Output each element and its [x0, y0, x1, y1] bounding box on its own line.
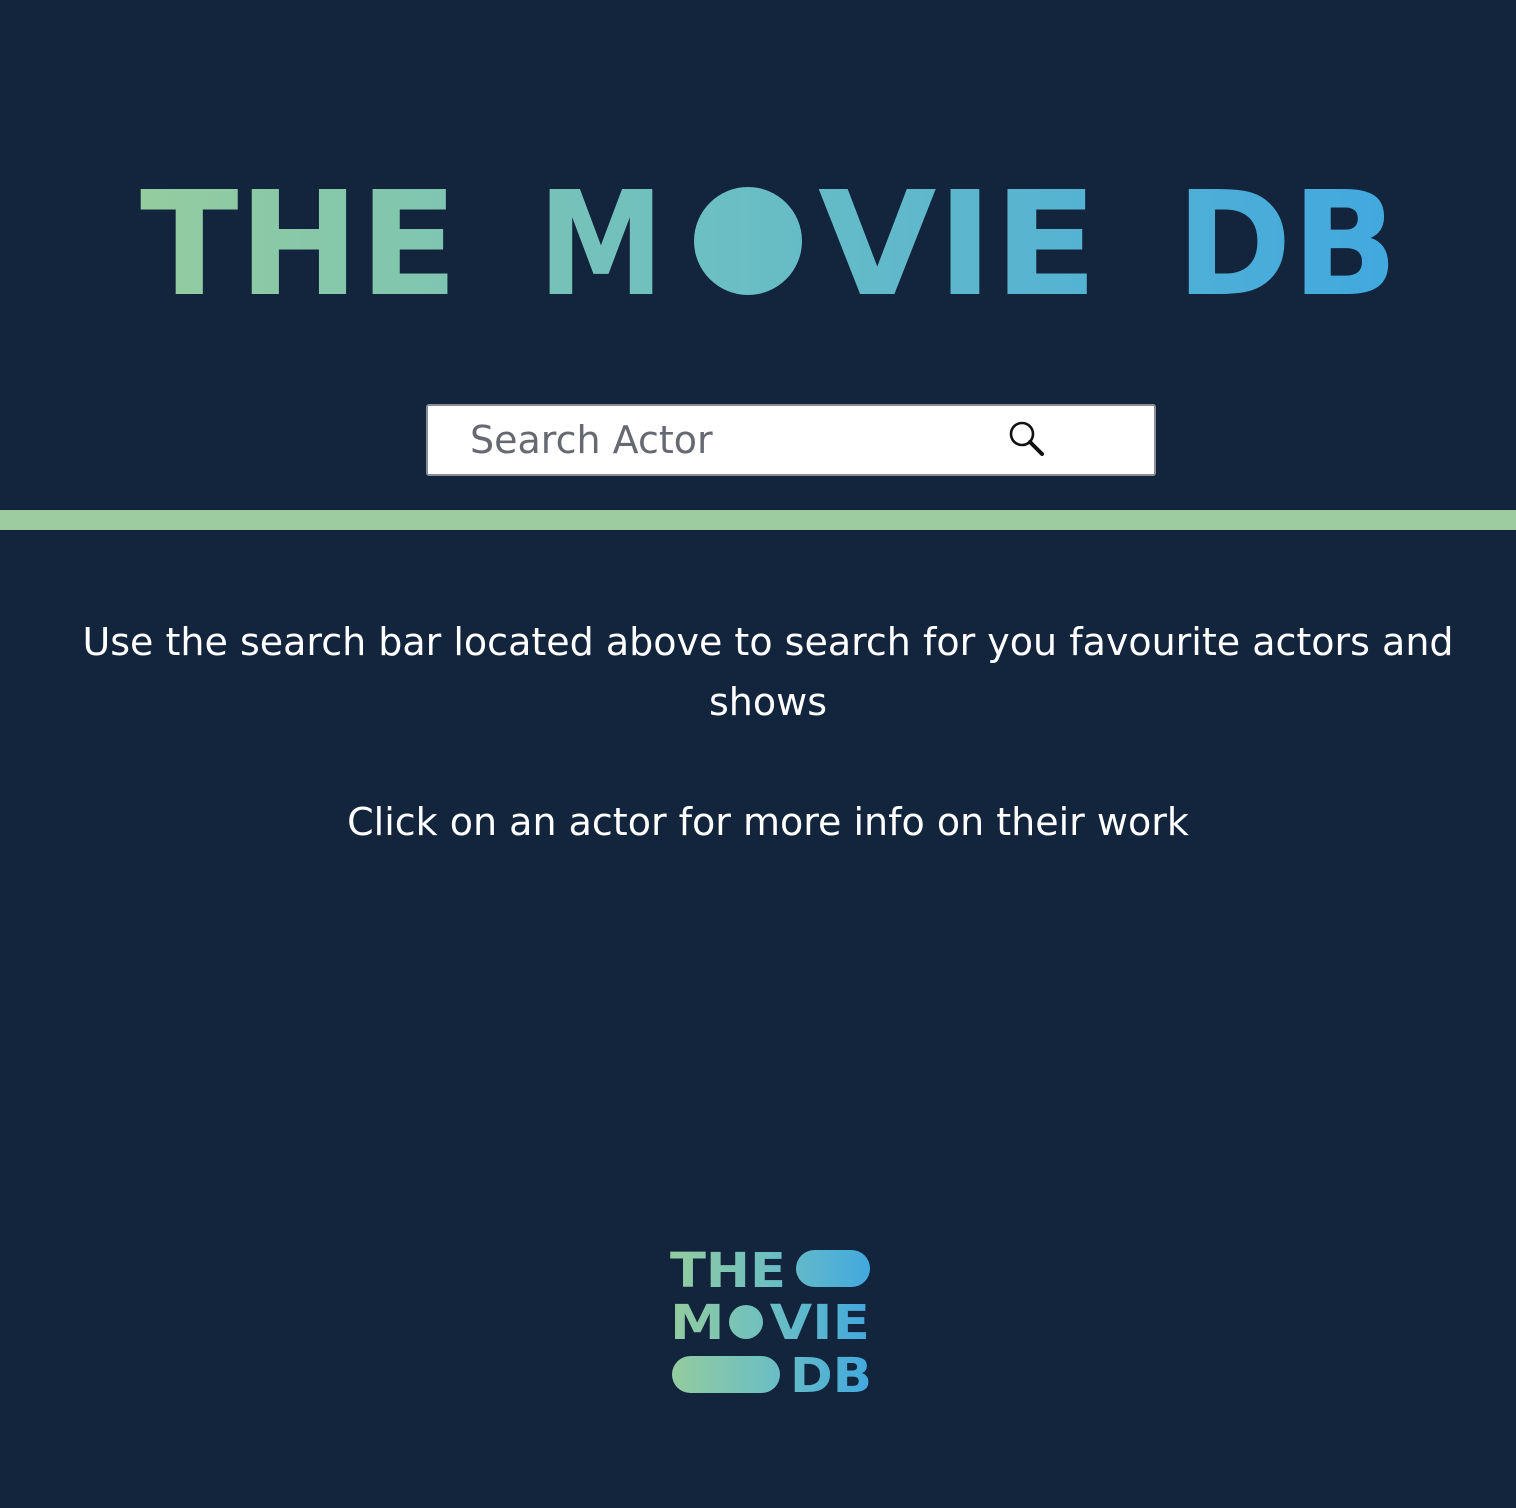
footer-logo-the: THE	[670, 1243, 786, 1299]
logo-word-db: DB	[1176, 160, 1398, 328]
footer-logo-movie: MOVIE	[670, 1295, 870, 1351]
search-button[interactable]	[1002, 418, 1050, 462]
header-logo: THE M VIE DB	[0, 160, 1516, 330]
footer-logo-pill-bottom	[672, 1356, 780, 1393]
logo-o-circle	[694, 187, 802, 295]
instructions: Use the search bar located above to sear…	[80, 612, 1456, 852]
divider-bar	[0, 510, 1516, 530]
footer-logo: THE MOVIE DB	[660, 1240, 880, 1404]
logo-svg: THE M VIE DB	[140, 160, 1398, 328]
footer-logo-o-circle	[729, 1305, 763, 1339]
instruction-search: Use the search bar located above to sear…	[82, 620, 1454, 724]
search-icon	[1009, 421, 1044, 456]
search-input[interactable]	[428, 406, 988, 474]
footer-logo-pill-top	[796, 1250, 870, 1287]
logo-letters-vie: VIE	[818, 160, 1098, 328]
footer-logo-svg: THE MOVIE DB	[670, 1243, 872, 1404]
instruction-click-actor: Click on an actor for more info on their…	[347, 800, 1189, 844]
logo-word-the: THE	[140, 160, 458, 328]
logo-letter-m: M	[538, 160, 664, 328]
footer-logo-db: DB	[790, 1348, 872, 1400]
